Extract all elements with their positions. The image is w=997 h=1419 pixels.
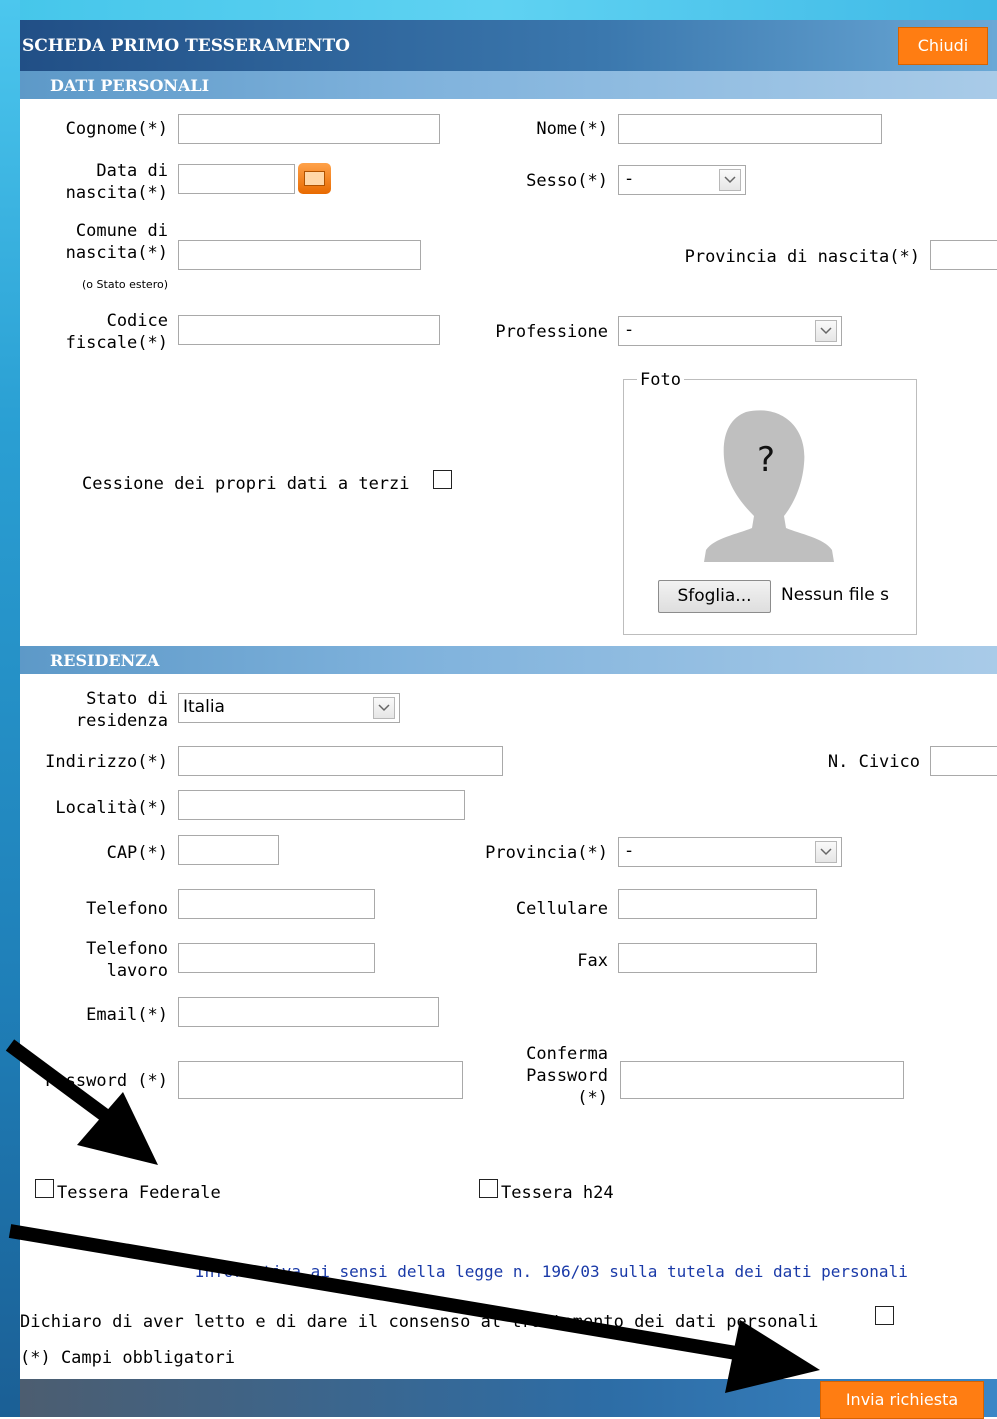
annotation-arrow-bottom [8,1224,820,1393]
annotation-arrows [5,1039,820,1393]
annotation-arrow-left [5,1039,158,1165]
